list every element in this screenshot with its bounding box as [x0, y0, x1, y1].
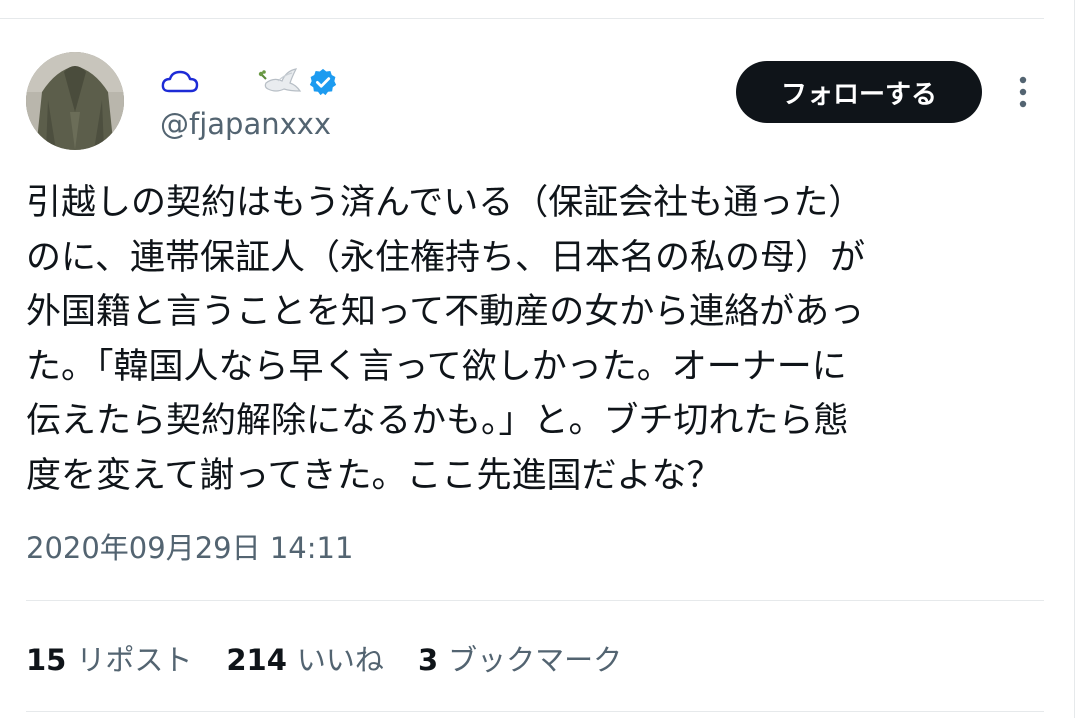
- cloud-icon: [161, 70, 199, 93]
- follow-button[interactable]: フォローする: [736, 61, 982, 123]
- top-divider: [0, 18, 1044, 19]
- avatar-photo: [26, 52, 124, 150]
- bookmarks-stat[interactable]: 3 ブックマーク: [418, 637, 622, 679]
- display-name[interactable]: [160, 64, 338, 100]
- reposts-stat[interactable]: 15 リポスト: [26, 637, 192, 679]
- likes-stat[interactable]: 214 いいね: [226, 637, 384, 679]
- avatar[interactable]: [26, 52, 124, 150]
- user-handle[interactable]: @fjapanxxx: [160, 104, 331, 144]
- bookmarks-label: ブックマーク: [448, 643, 623, 677]
- reposts-label: リポスト: [76, 643, 193, 677]
- dove-icon: [258, 68, 302, 92]
- likes-label: いいね: [296, 643, 384, 677]
- divider: [26, 600, 1044, 601]
- reposts-count: 15: [26, 643, 67, 677]
- tweet-timestamp[interactable]: 2020年09月29日 14:11: [26, 528, 353, 568]
- engagement-stats: 15 リポスト 214 いいね 3 ブックマーク: [26, 636, 656, 680]
- likes-count: 214: [226, 643, 287, 677]
- verified-icon: [309, 68, 337, 96]
- more-vertical-icon: [1019, 76, 1027, 108]
- more-button[interactable]: [1006, 72, 1040, 112]
- divider: [26, 711, 1044, 712]
- tweet-text: 引越しの契約はもう済んでいる（保証会社も通った） のに、連帯保証人（永住権持ち、…: [26, 183, 865, 496]
- bookmarks-count: 3: [417, 643, 439, 677]
